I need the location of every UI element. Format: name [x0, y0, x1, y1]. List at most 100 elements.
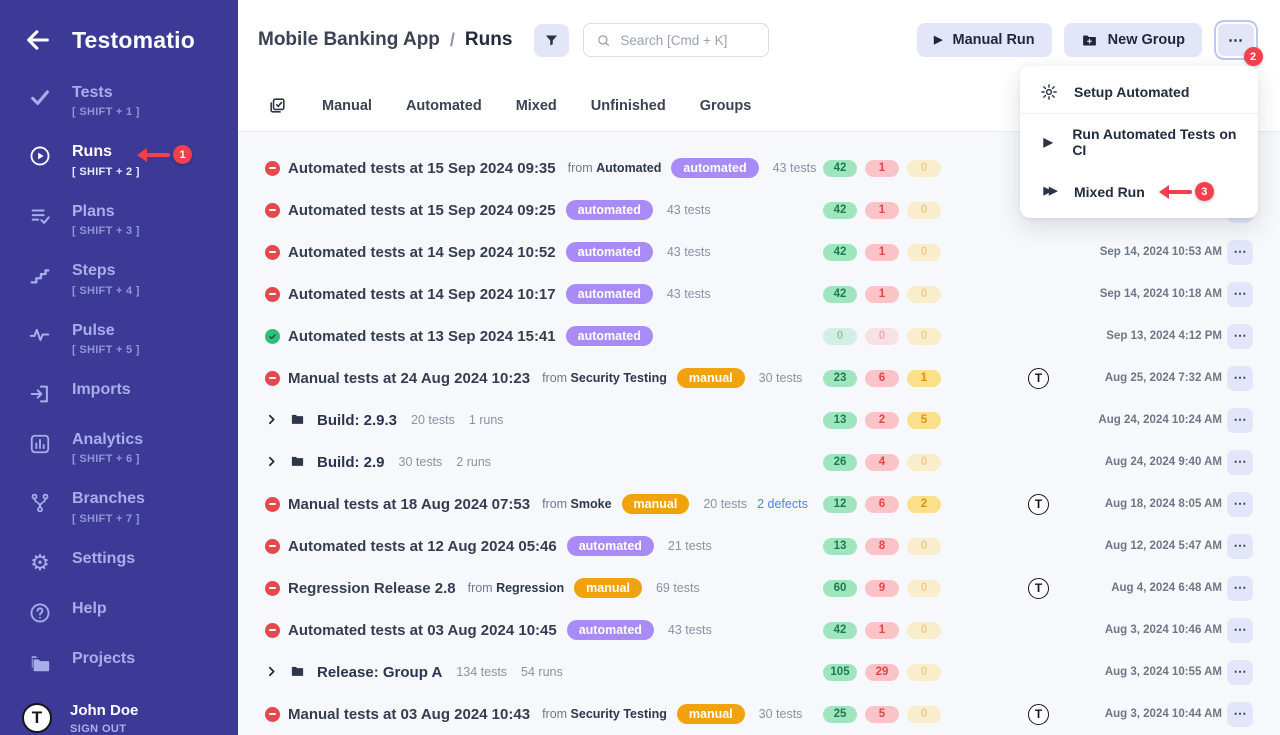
stat-pill-failed: 1	[865, 286, 899, 303]
run-row[interactable]: Automated tests at 13 Sep 2024 15:41 aut…	[238, 315, 1280, 357]
run-list: Automated tests at 15 Sep 2024 09:35 fro…	[238, 132, 1280, 735]
avatar: T	[1028, 704, 1049, 725]
group-title[interactable]: Release: Group A	[317, 664, 442, 681]
stat-pill-skipped: 0	[907, 706, 941, 723]
run-date: Aug 25, 2024 7:32 AM	[1105, 372, 1222, 384]
manual-run-button[interactable]: ▶ Manual Run	[917, 23, 1052, 57]
tests-count: 43 tests	[667, 287, 711, 301]
tab-manual[interactable]: Manual	[322, 98, 372, 114]
run-row[interactable]: Automated tests at 14 Sep 2024 10:17 aut…	[238, 273, 1280, 315]
run-source: from Smoke	[542, 497, 611, 511]
search-input[interactable]	[620, 33, 756, 48]
run-title[interactable]: Regression Release 2.8	[288, 580, 456, 597]
run-row[interactable]: Regression Release 2.8 from Regression m…	[238, 567, 1280, 609]
chevron-right-icon[interactable]	[265, 665, 279, 679]
sidebar-nav: Tests [ SHIFT + 1 ] Runs [ SHIFT + 2 ] 1…	[0, 74, 238, 592]
sidebar-item-tests[interactable]: Tests [ SHIFT + 1 ]	[0, 76, 238, 126]
row-actions-button[interactable]: ⋯	[1227, 366, 1253, 391]
chevron-right-icon[interactable]	[265, 455, 279, 469]
breadcrumb-project[interactable]: Mobile Banking App	[258, 29, 440, 51]
stat-pill-passed: 13	[823, 538, 857, 555]
user-row[interactable]: T John Doe SIGN OUT	[0, 692, 238, 735]
group-title[interactable]: Build: 2.9	[317, 454, 385, 471]
sidebar-item-projects[interactable]: Projects	[0, 642, 238, 683]
run-row[interactable]: Automated tests at 12 Aug 2024 05:46 aut…	[238, 525, 1280, 567]
row-actions-button[interactable]: ⋯	[1227, 660, 1253, 685]
sidebar-item-runs[interactable]: Runs [ SHIFT + 2 ] 1	[0, 135, 238, 185]
run-source: from Automated	[568, 161, 662, 175]
group-row[interactable]: Build: 2.9 30 tests 2 runs 2640 Aug 24, …	[238, 441, 1280, 483]
sidebar-item-steps[interactable]: Steps [ SHIFT + 4 ]	[0, 254, 238, 304]
group-title[interactable]: Build: 2.9.3	[317, 412, 397, 429]
run-title[interactable]: Manual tests at 18 Aug 2024 07:53	[288, 496, 530, 513]
run-title[interactable]: Automated tests at 14 Sep 2024 10:52	[288, 244, 556, 261]
run-title[interactable]: Automated tests at 14 Sep 2024 10:17	[288, 286, 556, 303]
run-title[interactable]: Automated tests at 15 Sep 2024 09:35	[288, 160, 556, 177]
run-title[interactable]: Automated tests at 12 Aug 2024 05:46	[288, 538, 557, 555]
avatar: T	[1028, 578, 1049, 599]
menu-item-label: Mixed Run	[1074, 184, 1145, 200]
stat-pill-failed: 1	[865, 244, 899, 261]
stat-pill-skipped: 0	[907, 622, 941, 639]
back-arrow-icon[interactable]	[24, 26, 52, 54]
all-runs-tab-icon[interactable]	[268, 96, 288, 116]
run-row[interactable]: Manual tests at 18 Aug 2024 07:53 from S…	[238, 483, 1280, 525]
run-row[interactable]: Automated tests at 03 Aug 2024 10:45 aut…	[238, 609, 1280, 651]
row-actions-button[interactable]: ⋯	[1227, 576, 1253, 601]
tests-count: 43 tests	[667, 203, 711, 217]
row-actions-button[interactable]: ⋯	[1227, 324, 1253, 349]
run-title[interactable]: Automated tests at 13 Sep 2024 15:41	[288, 328, 556, 345]
row-actions-button[interactable]: ⋯	[1227, 534, 1253, 559]
run-title[interactable]: Automated tests at 03 Aug 2024 10:45	[288, 622, 557, 639]
sidebar-item-shortcut: [ SHIFT + 1 ]	[72, 106, 140, 118]
sidebar-item-settings[interactable]: ⚙ Settings	[0, 542, 238, 583]
group-row[interactable]: Release: Group A 134 tests 54 runs 10529…	[238, 651, 1280, 693]
sidebar-item-pulse[interactable]: Pulse [ SHIFT + 5 ]	[0, 314, 238, 364]
row-actions-button[interactable]: ⋯	[1227, 492, 1253, 517]
group-row[interactable]: Build: 2.9.3 20 tests 1 runs 1325 Aug 24…	[238, 399, 1280, 441]
tests-count: 43 tests	[667, 245, 711, 259]
run-row[interactable]: Automated tests at 14 Sep 2024 10:52 aut…	[238, 231, 1280, 273]
run-row[interactable]: Manual tests at 03 Aug 2024 10:43 from S…	[238, 693, 1280, 735]
sidebar-item-branches[interactable]: Branches [ SHIFT + 7 ]	[0, 482, 238, 532]
status-failed-icon	[265, 581, 280, 596]
more-actions-button[interactable]: ⋯ 2	[1214, 20, 1258, 60]
sidebar-item-help[interactable]: Help	[0, 592, 238, 633]
tab-groups[interactable]: Groups	[700, 98, 752, 114]
new-group-button[interactable]: New Group	[1064, 23, 1202, 57]
menu-item-mixed-run[interactable]: ▶▶ Mixed Run 3	[1020, 170, 1258, 213]
sidebar-item-imports[interactable]: Imports	[0, 373, 238, 414]
tab-mixed[interactable]: Mixed	[516, 98, 557, 114]
search-icon	[596, 33, 611, 48]
menu-item-setup-automated[interactable]: Setup Automated	[1020, 71, 1258, 114]
run-title[interactable]: Automated tests at 15 Sep 2024 09:25	[288, 202, 556, 219]
annotation-1: 1	[128, 145, 192, 164]
sidebar-item-analytics[interactable]: Analytics [ SHIFT + 6 ]	[0, 423, 238, 473]
row-actions-button[interactable]: ⋯	[1227, 618, 1253, 643]
tab-automated[interactable]: Automated	[406, 98, 482, 114]
sign-out-link[interactable]: SIGN OUT	[70, 723, 138, 735]
row-actions-button[interactable]: ⋯	[1227, 450, 1253, 475]
run-row[interactable]: Manual tests at 24 Aug 2024 10:23 from S…	[238, 357, 1280, 399]
filter-button[interactable]	[534, 24, 569, 57]
fast-forward-icon: ▶▶	[1039, 186, 1059, 197]
stat-pill-skipped: 0	[907, 580, 941, 597]
run-title[interactable]: Manual tests at 24 Aug 2024 10:23	[288, 370, 530, 387]
tab-unfinished[interactable]: Unfinished	[591, 98, 666, 114]
row-actions-button[interactable]: ⋯	[1227, 408, 1253, 433]
menu-item-run-automated-tests-on-ci[interactable]: ▶ Run Automated Tests on CI	[1020, 114, 1258, 170]
funnel-icon	[544, 33, 559, 48]
run-date: Aug 24, 2024 10:24 AM	[1098, 414, 1222, 426]
sidebar: Testomatio Tests [ SHIFT + 1 ] Runs [ SH…	[0, 0, 238, 735]
chevron-right-icon[interactable]	[265, 413, 279, 427]
row-actions-button[interactable]: ⋯	[1227, 282, 1253, 307]
row-actions-button[interactable]: ⋯	[1227, 240, 1253, 265]
search-box[interactable]	[583, 23, 769, 57]
sidebar-item-plans[interactable]: Plans [ SHIFT + 3 ]	[0, 195, 238, 245]
play-circle-icon	[28, 144, 52, 168]
play-icon: ▶	[934, 35, 942, 46]
run-date: Aug 18, 2024 8:05 AM	[1105, 498, 1222, 510]
row-actions-button[interactable]: ⋯	[1227, 702, 1253, 727]
defects-link[interactable]: 2 defects	[757, 497, 808, 511]
run-title[interactable]: Manual tests at 03 Aug 2024 10:43	[288, 706, 530, 723]
